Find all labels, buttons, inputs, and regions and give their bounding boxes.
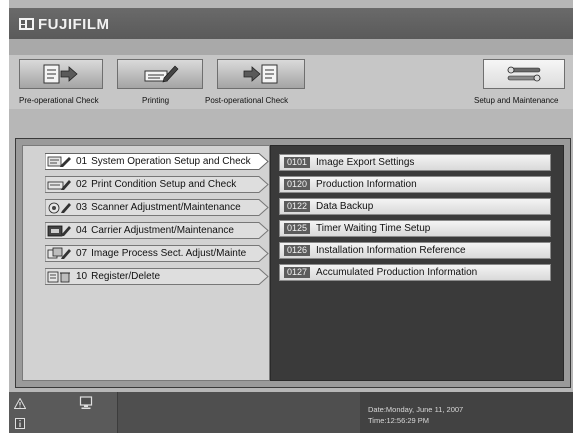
system-setup-icon — [47, 156, 71, 167]
submenu-item-label: Installation Information Reference — [316, 245, 466, 256]
header-strip — [9, 39, 573, 55]
post-operational-check-label: Post-operational Check — [205, 96, 289, 105]
clipboard-arrow-icon — [43, 64, 78, 84]
submenu-item-accumulated-production-information[interactable]: 0127 Accumulated Production Information — [279, 264, 551, 281]
info-icon[interactable] — [15, 418, 25, 429]
menu-item-number: 01 — [76, 156, 88, 167]
pre-operational-check-button[interactable] — [19, 59, 103, 89]
submenu-item-label: Image Export Settings — [316, 157, 415, 168]
menu-item-label: Carrier Adjustment/Maintenance — [91, 225, 234, 236]
main-toolbar: Pre-operational Check Printing Post-oper… — [9, 55, 573, 109]
menu-item-number: 10 — [76, 271, 88, 282]
submenu-item-label: Accumulated Production Information — [316, 267, 478, 278]
printing-button[interactable] — [117, 59, 203, 89]
submenu-item-installation-information-reference[interactable]: 0126 Installation Information Reference — [279, 242, 551, 259]
scanner-icon — [48, 202, 71, 214]
menu-item-number: 03 — [76, 202, 88, 213]
submenu-item-label: Production Information — [316, 179, 417, 190]
app-window: FUJIFILM Pre-operational Check Printing — [9, 0, 573, 433]
submenu-item-label: Data Backup — [316, 201, 374, 212]
category-menu: 01 System Operation Setup and Check 02 P… — [22, 145, 270, 381]
menu-item-label: System Operation Setup and Check — [91, 156, 251, 167]
submenu-item-production-information[interactable]: 0120 Production Information — [279, 176, 551, 193]
print-condition-icon — [47, 180, 71, 190]
menu-item-image-process-adjust[interactable]: 07 Image Process Sect. Adjust/Mainte — [45, 245, 269, 262]
post-operational-check-button[interactable] — [217, 59, 305, 89]
setup-and-maintenance-button[interactable] — [483, 59, 565, 89]
image-process-icon — [47, 247, 71, 259]
submenu-item-code: 0101 — [284, 157, 311, 168]
submenu-item-code: 0120 — [284, 179, 311, 190]
register-delete-icon — [47, 271, 70, 283]
brand-name: FUJIFILM — [38, 15, 110, 33]
menu-item-register-delete[interactable]: 10 Register/Delete — [45, 268, 269, 285]
menu-item-number: 02 — [76, 179, 88, 190]
carrier-icon — [47, 225, 71, 237]
menu-item-label: Scanner Adjustment/Maintenance — [91, 202, 241, 213]
menu-item-print-condition-setup[interactable]: 02 Print Condition Setup and Check — [45, 176, 269, 193]
pre-operational-check-label: Pre-operational Check — [19, 96, 99, 105]
brand-bar: FUJIFILM — [9, 8, 573, 39]
status-date: Date:Monday, June 11, 2007 — [368, 405, 464, 414]
fujifilm-logo: FUJIFILM — [19, 15, 110, 33]
menu-item-label: Print Condition Setup and Check — [91, 179, 237, 190]
submenu-item-code: 0127 — [284, 267, 311, 278]
menu-item-carrier-adjustment[interactable]: 04 Carrier Adjustment/Maintenance — [45, 222, 269, 239]
submenu-item-label: Timer Waiting Time Setup — [316, 223, 431, 234]
menu-item-system-operation-setup[interactable]: 01 System Operation Setup and Check — [45, 153, 269, 170]
status-icons-area — [9, 392, 118, 433]
wrench-tools-icon — [507, 66, 541, 82]
submenu-item-code: 0126 — [284, 245, 311, 256]
arrow-clipboard-icon — [243, 64, 278, 84]
submenu-panel: 0101 Image Export Settings 0120 Producti… — [270, 145, 564, 381]
main-content: 01 System Operation Setup and Check 02 P… — [15, 138, 571, 388]
submenu-item-code: 0125 — [284, 223, 311, 234]
submenu-item-image-export-settings[interactable]: 0101 Image Export Settings — [279, 154, 551, 171]
warning-icon[interactable] — [14, 398, 26, 409]
print-pencil-icon — [144, 65, 179, 83]
submenu-item-code: 0122 — [284, 201, 311, 212]
status-bar: Date:Monday, June 11, 2007 Time:12:56:29… — [9, 392, 573, 433]
menu-item-label: Image Process Sect. Adjust/Mainte — [91, 248, 247, 259]
printing-label: Printing — [142, 96, 170, 105]
menu-item-number: 04 — [76, 225, 88, 236]
submenu-item-timer-waiting-time-setup[interactable]: 0125 Timer Waiting Time Setup — [279, 220, 551, 237]
menu-item-label: Register/Delete — [91, 271, 161, 282]
date-time-area: Date:Monday, June 11, 2007 Time:12:56:29… — [360, 392, 573, 433]
submenu-item-data-backup[interactable]: 0122 Data Backup — [279, 198, 551, 215]
fujifilm-logo-icon — [19, 18, 34, 30]
computer-monitor-icon[interactable] — [79, 396, 93, 410]
status-time: Time:12:56:29 PM — [368, 416, 429, 425]
menu-item-scanner-adjustment[interactable]: 03 Scanner Adjustment/Maintenance — [45, 199, 269, 216]
setup-and-maintenance-label: Setup and Maintenance — [474, 96, 559, 105]
menu-item-number: 07 — [76, 248, 88, 259]
